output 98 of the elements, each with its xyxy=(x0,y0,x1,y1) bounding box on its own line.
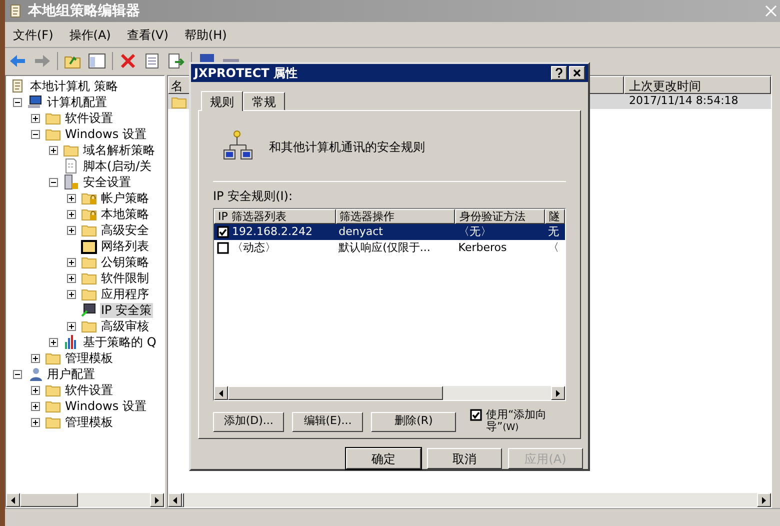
table-cell-text: 默认响应(仅限于... xyxy=(338,240,430,256)
tree-item[interactable]: 公钥策略 xyxy=(100,254,150,270)
tree-item[interactable]: 计算机配置 xyxy=(46,94,108,110)
tree-item[interactable]: IP 安全策 xyxy=(100,302,153,318)
menu-item[interactable]: 查看(V) xyxy=(126,26,168,44)
menu-item[interactable]: 操作(A) xyxy=(69,26,111,44)
expand-icon[interactable] xyxy=(67,194,76,202)
collapse-icon[interactable] xyxy=(13,370,22,378)
tree-item[interactable]: 管理模板 xyxy=(64,414,114,430)
tree-item[interactable]: 高级审核 xyxy=(100,318,150,334)
tree-item[interactable]: 域名解析策略 xyxy=(82,142,156,158)
rule-row[interactable]: 〈动态〉 默认响应(仅限于... Kerberos 〈 xyxy=(214,240,565,256)
checkbox[interactable] xyxy=(217,226,229,238)
expand-icon[interactable] xyxy=(31,418,40,426)
tree-item[interactable]: 软件限制 xyxy=(100,270,150,286)
right-arrow-icon[interactable] xyxy=(556,390,560,396)
column-header[interactable]: 隧 xyxy=(545,209,566,224)
expand-icon[interactable] xyxy=(67,290,76,298)
right-arrow-icon[interactable] xyxy=(155,496,159,504)
menu-item[interactable]: 帮助(H) xyxy=(184,26,227,44)
tree-item[interactable]: 高级安全 xyxy=(100,222,150,238)
properties-icon[interactable] xyxy=(143,52,161,70)
tree-item[interactable]: 用户配置 xyxy=(46,366,96,382)
tree-item[interactable]: 脚本(启动/关 xyxy=(82,158,153,174)
help-button[interactable] xyxy=(551,66,567,80)
expand-icon[interactable] xyxy=(67,226,76,234)
computer-icon xyxy=(81,302,97,318)
dialog-heading: 和其他计算机通讯的安全规则 xyxy=(269,139,425,156)
expand-icon[interactable] xyxy=(31,402,40,410)
tree-item[interactable]: Windows 设置 xyxy=(64,126,148,142)
dialog-button[interactable]: 确定 xyxy=(346,448,421,469)
left-arrow-icon[interactable] xyxy=(11,496,15,504)
tab[interactable]: 规则 xyxy=(201,91,243,111)
horizontal-scrollbar[interactable] xyxy=(6,493,164,507)
tree-item[interactable]: 帐户策略 xyxy=(100,190,150,206)
collapse-icon[interactable] xyxy=(31,130,40,138)
tree-item[interactable]: 管理模板 xyxy=(64,350,114,366)
dialog-title: JXPROTECT 属性 xyxy=(194,65,298,82)
tree-item[interactable]: Windows 设置 xyxy=(64,398,148,414)
table-cell-text: 〈无〉 xyxy=(458,224,492,240)
tree-item[interactable]: 本地计算机 策略 xyxy=(29,78,119,94)
tab[interactable]: 常规 xyxy=(243,92,285,110)
checkbox-label[interactable]: 使用“添加向导”(W) xyxy=(486,409,566,434)
table-cell-text: 〈动态〉 xyxy=(232,240,276,256)
expand-icon[interactable] xyxy=(67,210,76,218)
expand-icon[interactable] xyxy=(67,322,76,330)
expand-icon[interactable] xyxy=(49,146,58,154)
right-arrow-icon[interactable] xyxy=(762,496,766,504)
expand-icon[interactable] xyxy=(49,338,58,346)
left-arrow-icon[interactable] xyxy=(219,390,223,396)
tree-item[interactable]: 基于策略的 Q xyxy=(82,334,158,350)
expand-icon[interactable] xyxy=(31,386,40,394)
tree-item[interactable]: 网络列表 xyxy=(100,238,150,254)
table-cell-text: 2017/11/14 8:54:18 xyxy=(628,93,740,110)
table-cell-text: denyact xyxy=(338,224,383,240)
rule-row[interactable]: 192.168.2.242 denyact 〈无〉 无 xyxy=(214,224,565,240)
user-icon xyxy=(27,366,43,382)
checkbox[interactable] xyxy=(470,409,482,421)
tree-item[interactable]: 安全设置 xyxy=(82,174,132,190)
checkbox[interactable] xyxy=(217,242,229,254)
close-icon[interactable] xyxy=(573,69,581,77)
close-button[interactable] xyxy=(569,66,585,80)
tree-item[interactable]: 软件设置 xyxy=(64,110,114,126)
folder-icon xyxy=(81,238,97,254)
rule-button[interactable]: 编辑(E)... xyxy=(292,412,364,432)
export-icon[interactable] xyxy=(167,52,185,70)
tree-item[interactable]: 应用程序 xyxy=(100,286,150,302)
column-header[interactable]: 身份验证方法 xyxy=(455,209,546,224)
rule-button[interactable]: 添加(D)... xyxy=(213,412,284,432)
horizontal-scrollbar[interactable] xyxy=(168,493,771,507)
expand-icon[interactable] xyxy=(31,354,40,362)
rule-button[interactable]: 删除(R) xyxy=(371,412,456,432)
tree-item[interactable]: 软件设置 xyxy=(64,382,114,398)
delete-icon[interactable] xyxy=(119,52,137,70)
table-cell-text: 192.168.2.242 xyxy=(232,224,312,240)
left-arrow-icon[interactable] xyxy=(173,496,177,504)
dialog-button[interactable]: 取消 xyxy=(427,448,502,469)
column-header[interactable]: IP 筛选器列表 xyxy=(214,209,336,224)
table-cell-text: 〈 xyxy=(548,240,560,256)
expand-icon[interactable] xyxy=(67,258,76,266)
script-icon xyxy=(63,158,79,174)
computer-icon xyxy=(27,94,43,110)
table-cell-text: Kerberos xyxy=(458,240,507,256)
server-lock-icon xyxy=(63,174,79,190)
bar-chart-icon xyxy=(63,334,79,350)
rules-label: IP 安全规则(I): xyxy=(213,188,294,205)
collapse-icon[interactable] xyxy=(13,98,22,106)
expand-icon[interactable] xyxy=(67,274,76,282)
expand-icon[interactable] xyxy=(31,114,40,122)
window-title: 本地组策略编辑器 xyxy=(28,2,140,20)
tree-item[interactable]: 本地策略 xyxy=(100,206,150,222)
console-tree-icon[interactable] xyxy=(88,52,106,70)
menu-item[interactable]: 文件(F) xyxy=(13,26,54,44)
table-cell-text: 无 xyxy=(548,224,560,240)
column-header[interactable]: 筛选器操作 xyxy=(336,209,456,224)
column-header[interactable]: 上次更改时间 xyxy=(624,76,771,94)
horizontal-scrollbar[interactable] xyxy=(214,386,565,400)
collapse-icon[interactable] xyxy=(49,178,58,186)
